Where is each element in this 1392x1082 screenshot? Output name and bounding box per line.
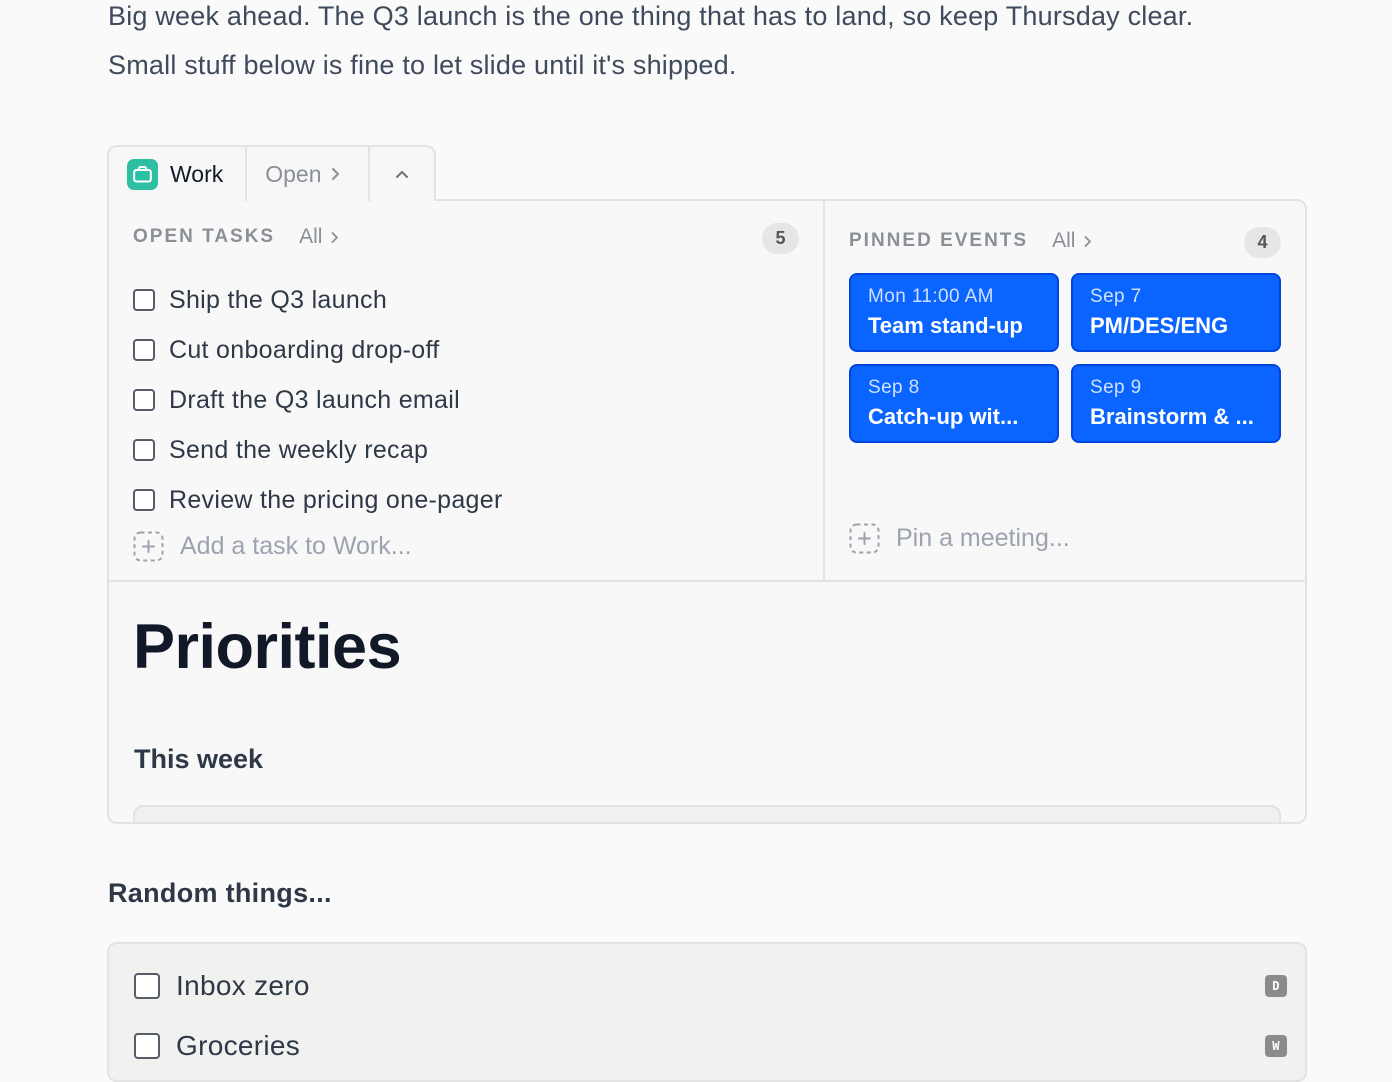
open-label: Open [265,160,322,187]
pinned-events-title: PINNED EVENTS [849,230,1029,251]
shortcut-badge: W [1265,1035,1287,1057]
pinned-events-grid: Mon 11:00 AM Team stand-up Sep 7 PM/DES/… [849,273,1281,443]
event-card[interactable]: Sep 8 Catch-up wit... [849,364,1059,443]
nested-embed-block[interactable] [133,805,1281,822]
chevron-right-icon [330,231,339,244]
task-label[interactable]: Cut onboarding drop-off [169,336,440,365]
dashed-plus-icon [849,523,880,554]
chevron-up-icon [394,169,410,179]
chevron-right-icon [330,167,340,181]
event-card[interactable]: Sep 9 Brainstorm & ... [1071,364,1281,443]
task-checkbox[interactable] [133,339,155,361]
add-task-input[interactable]: Add a task to Work... [133,531,412,562]
work-embed-card: OPEN TASKS All 5 Ship the Q3 launch Cut … [107,199,1307,824]
event-title: Catch-up wit... [868,404,1019,429]
embed-tab-bar: Work Open [107,145,437,201]
event-card[interactable]: Mon 11:00 AM Team stand-up [849,273,1059,352]
task-item: Cut onboarding drop-off [133,325,503,375]
pin-meeting-placeholder: Pin a meeting... [896,524,1070,552]
random-item-label[interactable]: Inbox zero [176,970,310,1002]
pinned-events-panel: PINNED EVENTS All 4 Mon 11:00 AM Team st… [825,201,1305,582]
random-item-checkbox[interactable] [134,973,160,999]
tab-work-label: Work [170,160,224,187]
random-item-label[interactable]: Groceries [176,1030,300,1062]
task-label[interactable]: Review the pricing one-pager [169,486,503,515]
intro-line-2: Small stuff below is fine to let slide u… [108,50,737,80]
task-checkbox[interactable] [133,489,155,511]
collapse-button[interactable] [370,147,434,201]
pinned-events-all-link[interactable]: All [1052,229,1092,253]
task-item: Send the weekly recap [133,425,503,475]
task-label[interactable]: Draft the Q3 launch email [169,386,460,415]
open-tasks-list: Ship the Q3 launch Cut onboarding drop-o… [133,275,503,525]
event-card[interactable]: Sep 7 PM/DES/ENG [1071,273,1281,352]
chevron-right-icon [1083,235,1092,248]
intro-text: Big week ahead. The Q3 launch is the one… [108,0,1328,90]
task-item: Ship the Q3 launch [133,275,503,325]
task-item: Review the pricing one-pager [133,475,503,525]
random-things-box: Inbox zero D Groceries W [107,942,1307,1082]
task-checkbox[interactable] [133,389,155,411]
event-title: PM/DES/ENG [1090,313,1229,338]
priorities-heading: Priorities [133,612,402,682]
task-label[interactable]: Send the weekly recap [169,436,428,465]
random-things-list: Inbox zero D Groceries W [134,956,1287,1076]
dashed-plus-icon [133,531,164,562]
task-checkbox[interactable] [133,289,155,311]
open-tasks-all-label: All [299,225,323,248]
task-item: Draft the Q3 launch email [133,375,503,425]
random-item: Groceries W [134,1016,1287,1076]
random-things-heading: Random things... [108,878,332,908]
open-tasks-panel: OPEN TASKS All 5 Ship the Q3 launch Cut … [109,201,825,582]
task-checkbox[interactable] [133,439,155,461]
open-tasks-all-link[interactable]: All [299,225,339,249]
open-button[interactable]: Open [247,147,371,201]
open-tasks-title: OPEN TASKS [133,226,276,247]
this-week-heading: This week [134,744,264,774]
pinned-events-all-label: All [1052,229,1076,252]
random-item-checkbox[interactable] [134,1033,160,1059]
add-task-placeholder: Add a task to Work... [180,532,412,560]
random-item: Inbox zero D [134,956,1287,1016]
event-time: Mon 11:00 AM [868,286,994,307]
pinned-events-count-badge: 4 [1244,227,1281,258]
event-title: Brainstorm & ... [1090,404,1254,429]
task-label[interactable]: Ship the Q3 launch [169,286,387,315]
tab-work[interactable]: Work [109,147,248,201]
event-time: Sep 9 [1090,377,1142,398]
event-title: Team stand-up [868,313,1023,338]
event-time: Sep 8 [868,377,920,398]
intro-line-1: Big week ahead. The Q3 launch is the one… [108,1,1194,31]
open-tasks-header: OPEN TASKS All [133,225,339,249]
event-time: Sep 7 [1090,286,1142,307]
pinned-events-header: PINNED EVENTS All [849,229,1092,253]
open-tasks-count-badge: 5 [762,223,799,254]
shortcut-badge: D [1265,975,1287,997]
pin-meeting-input[interactable]: Pin a meeting... [849,523,1070,554]
briefcase-icon [127,158,158,190]
